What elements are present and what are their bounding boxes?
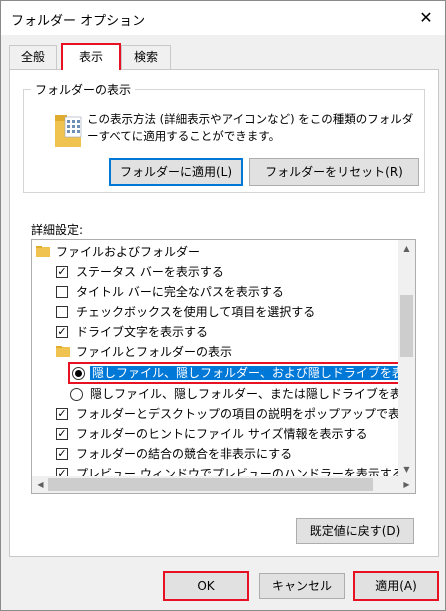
tab-view[interactable]: 表示 <box>61 43 121 70</box>
list-item-label: タイトル バーに完全なパスを表示する <box>76 285 284 299</box>
list-item-label: フォルダーの結合の競合を非表示にする <box>76 447 293 461</box>
horizontal-scroll-thumb[interactable] <box>48 478 373 491</box>
radio-button[interactable] <box>70 388 83 401</box>
checkbox[interactable] <box>56 286 68 298</box>
tab-search[interactable]: 検索 <box>121 45 171 69</box>
checkbox[interactable] <box>56 306 68 318</box>
window-title: フォルダー オプション <box>11 14 146 29</box>
list-item-label: ファイルとフォルダーの表示 <box>76 345 233 359</box>
vertical-scrollbar[interactable]: ▲ ▼ <box>398 240 415 478</box>
restore-defaults-button[interactable]: 既定値に戻す(D) <box>296 518 414 544</box>
checkbox[interactable]: ✓ <box>56 428 68 440</box>
apply-button[interactable]: 適用(A) <box>353 571 439 601</box>
scroll-left-icon[interactable]: ◀ <box>32 476 49 493</box>
checkbox[interactable]: ✓ <box>56 448 68 460</box>
list-item-selected[interactable]: 隠しファイル、隠しフォルダー、および隠しドライブを表示する <box>68 362 415 384</box>
list-item-label: 隠しファイル、隠しフォルダー、または隠しドライブを表示しない <box>90 387 416 401</box>
list-item: ファイルおよびフォルダー <box>36 242 200 262</box>
title-bar: フォルダー オプション ✕ <box>1 1 445 35</box>
list-item: ファイルとフォルダーの表示 <box>56 342 232 362</box>
list-item-label: ファイルおよびフォルダー <box>56 245 201 259</box>
list-item-label: ドライブ文字を表示する <box>76 325 209 339</box>
folder-views-icon <box>55 115 82 147</box>
list-item-label: 隠しファイル、隠しフォルダー、および隠しドライブを表示する <box>90 366 415 380</box>
advanced-settings-list[interactable]: ファイルおよびフォルダー ✓ ステータス バーを表示する タイトル バーに完全な… <box>31 239 416 494</box>
list-item[interactable]: ✓ フォルダーの結合の競合を非表示にする <box>56 444 292 464</box>
tab-general[interactable]: 全般 <box>9 45 57 69</box>
vertical-scroll-thumb[interactable] <box>400 295 413 357</box>
ok-button[interactable]: OK <box>163 571 249 601</box>
scroll-right-icon[interactable]: ▶ <box>398 476 415 493</box>
list-item[interactable]: タイトル バーに完全なパスを表示する <box>56 282 284 302</box>
advanced-settings-label: 詳細設定: <box>31 223 84 237</box>
list-item[interactable]: チェックボックスを使用して項目を選択する <box>56 302 315 322</box>
scroll-up-icon[interactable]: ▲ <box>398 240 415 257</box>
radio-button[interactable] <box>72 367 85 380</box>
checkbox[interactable]: ✓ <box>56 326 68 338</box>
list-item-label: チェックボックスを使用して項目を選択する <box>76 305 316 319</box>
list-item-label: ステータス バーを表示する <box>76 265 224 279</box>
list-item[interactable]: 隠しファイル、隠しフォルダー、または隠しドライブを表示しない <box>70 384 416 404</box>
list-item[interactable]: ✓ ステータス バーを表示する <box>56 262 224 282</box>
list-item[interactable]: ✓ フォルダーとデスクトップの項目の説明をポップアップで表示する <box>56 404 416 424</box>
checkbox[interactable]: ✓ <box>56 266 68 278</box>
folder-icon <box>36 246 50 257</box>
folder-views-title: フォルダーの表示 <box>31 81 136 98</box>
folder-icon <box>56 346 70 357</box>
horizontal-scrollbar[interactable]: ◀ ▶ <box>32 476 415 493</box>
close-icon[interactable]: ✕ <box>415 7 437 29</box>
cancel-button[interactable]: キャンセル <box>259 573 345 599</box>
list-item-label: フォルダーのヒントにファイル サイズ情報を表示する <box>76 427 368 441</box>
apply-to-folders-button[interactable]: フォルダーに適用(L) <box>109 158 243 186</box>
list-item[interactable]: ✓ ドライブ文字を表示する <box>56 322 208 342</box>
folder-options-dialog: フォルダー オプション ✕ 全般 表示 検索 フォルダーの表示 この表示方法 (… <box>0 0 446 611</box>
list-item[interactable]: ✓ フォルダーのヒントにファイル サイズ情報を表示する <box>56 424 367 444</box>
folder-views-description: この表示方法 (詳細表示やアイコンなど) をこの種類のフォルダーすべてに適用する… <box>87 112 414 143</box>
checkbox[interactable]: ✓ <box>56 408 68 420</box>
list-item-label: フォルダーとデスクトップの項目の説明をポップアップで表示する <box>76 407 416 421</box>
reset-folders-button[interactable]: フォルダーをリセット(R) <box>249 158 419 186</box>
